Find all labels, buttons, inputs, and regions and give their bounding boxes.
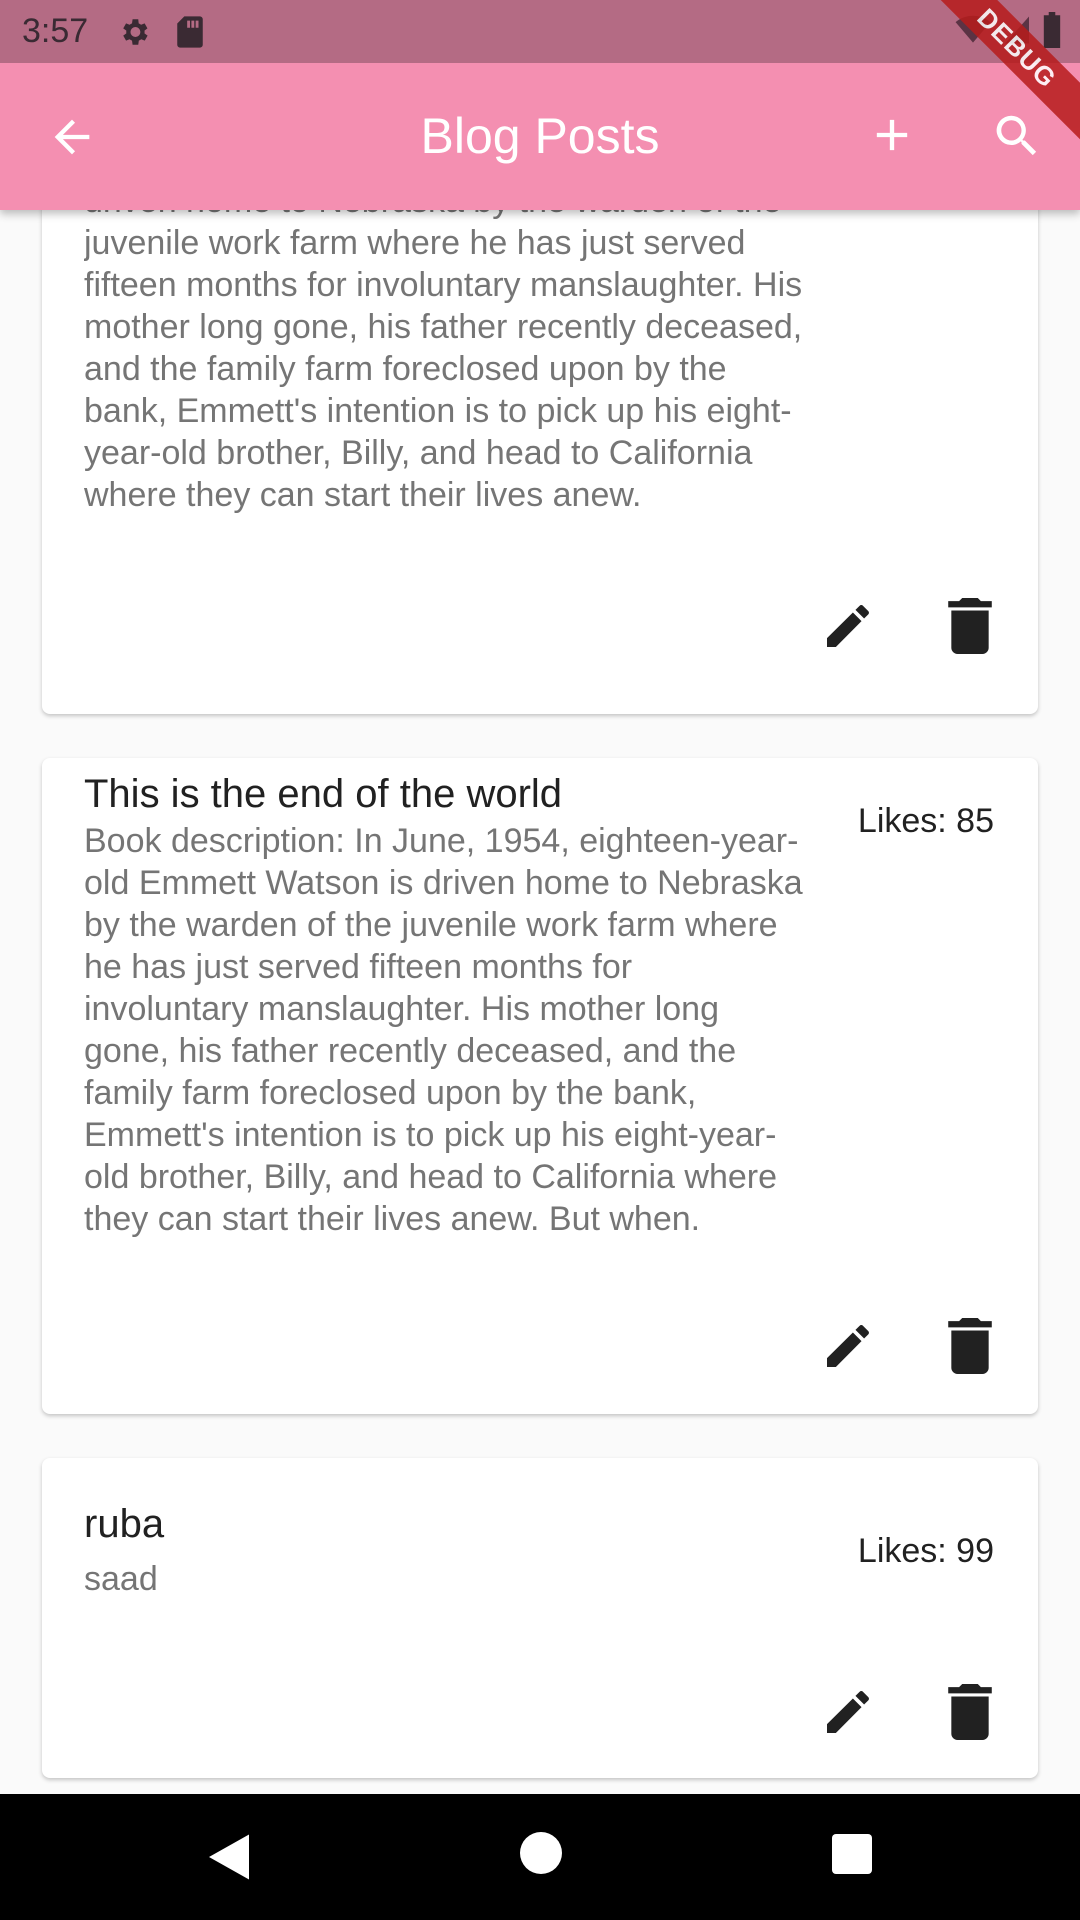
post-description: saad [84, 1560, 158, 1598]
post-card: driven home to Nebraska by the warden of… [42, 210, 1038, 714]
edit-icon[interactable] [820, 1318, 876, 1374]
post-list[interactable]: driven home to Nebraska by the warden of… [0, 210, 1080, 1794]
search-icon[interactable] [990, 109, 1044, 163]
nav-recents-icon[interactable] [832, 1834, 872, 1874]
system-nav-bar [0, 1794, 1080, 1920]
app-bar: Blog Posts [0, 63, 1080, 210]
post-title: ruba [84, 1502, 165, 1546]
add-icon[interactable] [866, 109, 918, 161]
status-time: 3:57 [22, 12, 89, 50]
post-card: ruba Likes: 99 saad [42, 1458, 1038, 1778]
status-bar: 3:57 [0, 0, 1080, 63]
page-title: Blog Posts [420, 108, 660, 164]
delete-icon[interactable] [948, 598, 992, 654]
post-description: Book description: In June, 1954, eightee… [84, 822, 803, 1238]
edit-icon[interactable] [820, 1684, 876, 1740]
delete-icon[interactable] [948, 1318, 992, 1374]
edit-icon[interactable] [820, 598, 876, 654]
sd-card-icon [172, 14, 208, 50]
nav-back-icon[interactable] [204, 1832, 254, 1882]
nav-home-icon[interactable] [520, 1832, 562, 1874]
likes-count: Likes: 85 [857, 802, 994, 840]
settings-icon [116, 14, 152, 50]
post-title: This is the end of the world [84, 772, 563, 816]
post-card: This is the end of the world Likes: 85 B… [42, 758, 1038, 1414]
post-description: driven home to Nebraska by the warden of… [84, 210, 803, 514]
delete-icon[interactable] [948, 1684, 992, 1740]
likes-count: Likes: 99 [857, 1532, 994, 1570]
